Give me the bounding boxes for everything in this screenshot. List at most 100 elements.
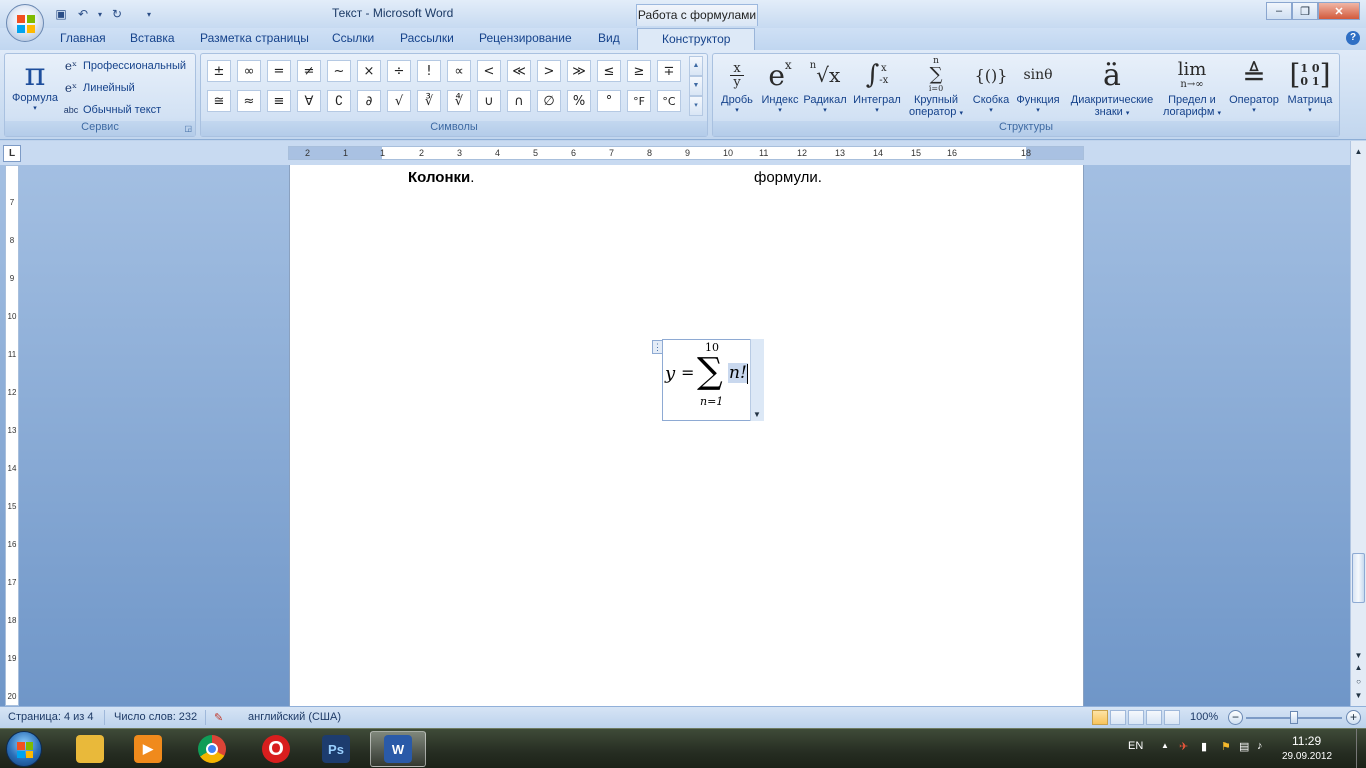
accent-button[interactable]: ä Диакритические знаки ▾ bbox=[1063, 56, 1161, 120]
tab-mailings[interactable]: Рассылки bbox=[400, 31, 454, 50]
taskbar-chrome[interactable] bbox=[184, 731, 240, 767]
spelling-check-icon[interactable]: ✎ bbox=[214, 711, 223, 724]
tab-view[interactable]: Вид bbox=[598, 31, 620, 50]
device-icon[interactable]: ▮ bbox=[1201, 740, 1207, 753]
operator-button[interactable]: ≜ Оператор ▾ bbox=[1225, 56, 1283, 120]
page-indicator[interactable]: Страница: 4 из 4 bbox=[8, 711, 94, 723]
scroll-up-button[interactable]: ▲ bbox=[1352, 145, 1365, 159]
save-icon[interactable]: ▣ bbox=[52, 5, 70, 23]
undo-dropdown-icon[interactable]: ▾ bbox=[96, 5, 104, 23]
tab-page-layout[interactable]: Разметка страницы bbox=[200, 31, 309, 50]
symbol-button[interactable]: ∜ bbox=[447, 90, 471, 112]
print-layout-view-button[interactable] bbox=[1092, 710, 1108, 725]
show-hidden-icons-button[interactable]: ▲ bbox=[1161, 741, 1169, 750]
symbol-button[interactable]: ∝ bbox=[447, 60, 471, 82]
index-button[interactable]: e x Индекс ▾ bbox=[759, 56, 801, 120]
tray-app-icon[interactable]: ✈ bbox=[1179, 740, 1188, 753]
symbol-button[interactable]: ° bbox=[597, 90, 621, 112]
symbol-button[interactable]: ~ bbox=[327, 60, 351, 82]
clock-time[interactable]: 11:29 bbox=[1292, 734, 1321, 748]
taskbar-media-player[interactable]: ▶ bbox=[120, 731, 176, 767]
draft-view-button[interactable] bbox=[1164, 710, 1180, 725]
symbol-button[interactable]: ≅ bbox=[207, 90, 231, 112]
symbol-button[interactable]: ≠ bbox=[297, 60, 321, 82]
tab-insert[interactable]: Вставка bbox=[130, 31, 175, 50]
document-page[interactable]: Колонки. формули. ⋮ y = 10 ∑ n=1 n! ▼ bbox=[289, 165, 1084, 706]
symbol-button[interactable]: ≡ bbox=[267, 90, 291, 112]
function-button[interactable]: sinθ Функция ▾ bbox=[1013, 56, 1063, 120]
bracket-button[interactable]: {()} Скобка ▾ bbox=[969, 56, 1013, 120]
action-center-icon[interactable]: ⚑ bbox=[1221, 740, 1231, 753]
integral-button[interactable]: ∫ x -x Интеграл ▾ bbox=[849, 56, 905, 120]
symbol-button[interactable]: ≪ bbox=[507, 60, 531, 82]
symbol-button[interactable]: ≫ bbox=[567, 60, 591, 82]
symbol-button[interactable]: ÷ bbox=[387, 60, 411, 82]
undo-icon[interactable]: ↶ bbox=[74, 5, 92, 23]
limit-button[interactable]: lim n→∞ Предел и логарифм ▾ bbox=[1161, 56, 1223, 120]
zoom-out-button[interactable]: − bbox=[1228, 710, 1243, 725]
symbol-button[interactable]: ∓ bbox=[657, 60, 681, 82]
symbol-button[interactable]: ≤ bbox=[597, 60, 621, 82]
zoom-in-button[interactable]: + bbox=[1346, 710, 1361, 725]
taskbar-word[interactable]: W bbox=[370, 731, 426, 767]
close-button[interactable]: ✕ bbox=[1318, 2, 1360, 20]
equation-options-dropdown[interactable]: ▼ bbox=[750, 339, 764, 421]
tab-review[interactable]: Рецензирование bbox=[479, 31, 572, 50]
web-layout-view-button[interactable] bbox=[1128, 710, 1144, 725]
zoom-slider-thumb[interactable] bbox=[1290, 711, 1298, 724]
symbol-button[interactable]: ± bbox=[207, 60, 231, 82]
symbol-button[interactable]: > bbox=[537, 60, 561, 82]
large-operator-button[interactable]: n ∑ i=0 Крупный оператор ▾ bbox=[905, 56, 967, 120]
symbol-button[interactable]: < bbox=[477, 60, 501, 82]
horizontal-ruler[interactable]: 2 1 1 2 3 4 5 6 7 8 9 10 11 12 13 14 15 16 18 bbox=[288, 146, 1084, 160]
vertical-ruler[interactable]: 7 8 9 10 11 12 13 14 15 16 17 18 19 20 bbox=[5, 165, 19, 706]
linear-button[interactable]: eˣ Линейный bbox=[63, 78, 135, 98]
symbol-button[interactable]: °F bbox=[627, 90, 651, 112]
matrix-button[interactable]: [ 1 0 0 1 ] Матрица ▾ bbox=[1283, 56, 1337, 120]
help-icon[interactable]: ? bbox=[1346, 31, 1360, 45]
office-button[interactable] bbox=[6, 4, 44, 42]
taskbar-explorer[interactable] bbox=[62, 731, 118, 767]
radical-button[interactable]: n √x Радикал ▾ bbox=[801, 56, 849, 120]
next-page-button[interactable]: ▼ bbox=[1352, 689, 1365, 703]
symbol-button[interactable]: ∅ bbox=[537, 90, 561, 112]
scrollbar-thumb[interactable] bbox=[1352, 553, 1365, 603]
qat-customize-icon[interactable]: ▾ bbox=[144, 5, 154, 23]
maximize-button[interactable]: ❐ bbox=[1292, 2, 1318, 20]
symbol-button[interactable]: = bbox=[267, 60, 291, 82]
tab-home[interactable]: Главная bbox=[60, 31, 106, 50]
select-browse-object-button[interactable]: ○ bbox=[1352, 675, 1365, 689]
equation-box[interactable]: y = 10 ∑ n=1 n! bbox=[662, 339, 764, 421]
symbol-button[interactable]: °C bbox=[657, 90, 681, 112]
symbol-button[interactable]: × bbox=[357, 60, 381, 82]
document-text-left[interactable]: Колонки. bbox=[408, 169, 474, 186]
symbol-button[interactable]: ∛ bbox=[417, 90, 441, 112]
minimize-button[interactable]: – bbox=[1266, 2, 1292, 20]
document-text-right[interactable]: формули. bbox=[754, 169, 822, 186]
symbol-button[interactable]: ∂ bbox=[357, 90, 381, 112]
word-count[interactable]: Число слов: 232 bbox=[114, 711, 197, 723]
fraction-button[interactable]: x y Дробь ▾ bbox=[715, 56, 759, 120]
gallery-more-button[interactable]: ▾ bbox=[689, 96, 703, 116]
outline-view-button[interactable] bbox=[1146, 710, 1162, 725]
language-indicator[interactable]: английский (США) bbox=[248, 711, 341, 723]
dialog-launcher-icon[interactable]: ◲ bbox=[184, 124, 192, 133]
symbol-button[interactable]: ∁ bbox=[327, 90, 351, 112]
symbol-button[interactable]: ∪ bbox=[477, 90, 501, 112]
previous-page-button[interactable]: ▲ bbox=[1352, 661, 1365, 675]
tab-references[interactable]: Ссылки bbox=[332, 31, 374, 50]
tab-selector-button[interactable]: L bbox=[3, 145, 21, 162]
formula-button[interactable]: π Формула ▾ bbox=[9, 56, 61, 120]
plain-text-button[interactable]: abc Обычный текст bbox=[63, 100, 161, 120]
symbol-button[interactable]: √ bbox=[387, 90, 411, 112]
language-bar[interactable]: EN bbox=[1128, 740, 1143, 752]
gallery-up-button[interactable]: ▲ bbox=[689, 56, 703, 76]
symbol-button[interactable]: ≈ bbox=[237, 90, 261, 112]
symbol-button[interactable]: ! bbox=[417, 60, 441, 82]
vertical-scrollbar[interactable]: ▲ ▼ ▲ ○ ▼ bbox=[1350, 141, 1366, 706]
redo-icon[interactable]: ↻ bbox=[108, 5, 126, 23]
start-button[interactable] bbox=[6, 731, 42, 767]
full-screen-reading-view-button[interactable] bbox=[1110, 710, 1126, 725]
clock-date[interactable]: 29.09.2012 bbox=[1282, 751, 1332, 762]
gallery-down-button[interactable]: ▼ bbox=[689, 76, 703, 96]
